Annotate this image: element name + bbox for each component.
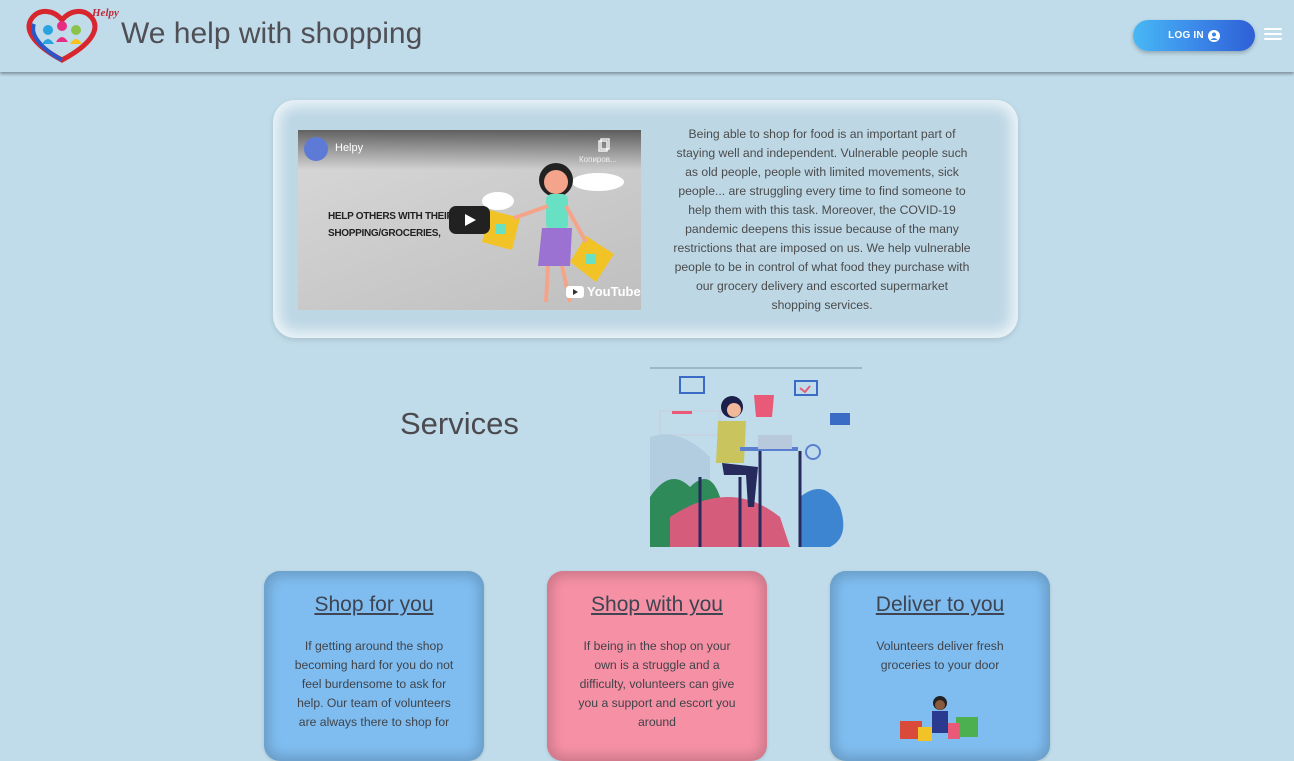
service-link-shop-for-you[interactable]: Shop for you [264,593,484,617]
service-link-deliver-to-you[interactable]: Deliver to you [830,593,1050,617]
login-label: LOG IN [1168,30,1204,41]
youtube-label: YouTube [587,284,641,299]
youtube-icon [566,285,584,298]
hamburger-menu-icon[interactable] [1264,28,1282,42]
video-channel-name[interactable]: Helpy [335,142,363,154]
service-card-shop-with-you: Shop with you If being in the shop on yo… [547,571,767,761]
service-card-shop-for-you: Shop for you If getting around the shop … [264,571,484,761]
logo-wordmark: Helpy [91,7,119,19]
service-description: If being in the shop on your own is a st… [578,639,736,729]
online-shopping-illustration [650,367,862,547]
page-title: We help with shopping [121,17,423,50]
delivery-illustration [898,693,984,743]
youtube-logo[interactable]: YouTube [566,284,641,299]
helpy-logo[interactable]: Helpy [22,4,122,64]
intro-description: Being able to shop for food is an import… [673,127,971,312]
video-play-button[interactable] [449,206,490,234]
video-caption: HELP OTHERS WITH THEIR SHOPPING/GROCERIE… [328,211,454,239]
user-circle-icon [1207,29,1220,42]
service-description: Volunteers deliver fresh groceries to yo… [876,639,1004,672]
service-link-shop-with-you[interactable]: Shop with you [547,593,767,617]
channel-avatar[interactable] [304,137,328,161]
login-button[interactable]: LOG IN [1133,20,1255,51]
services-heading: Services [400,406,519,441]
site-header: Helpy We help with shopping LOG IN [0,0,1294,72]
service-card-deliver-to-you: Deliver to you Volunteers deliver fresh … [830,571,1050,761]
service-description: If getting around the shop becoming hard… [294,639,454,729]
youtube-video-embed[interactable]: Helpy Копиров... HELP OTHERS WITH THEIR … [298,130,641,310]
